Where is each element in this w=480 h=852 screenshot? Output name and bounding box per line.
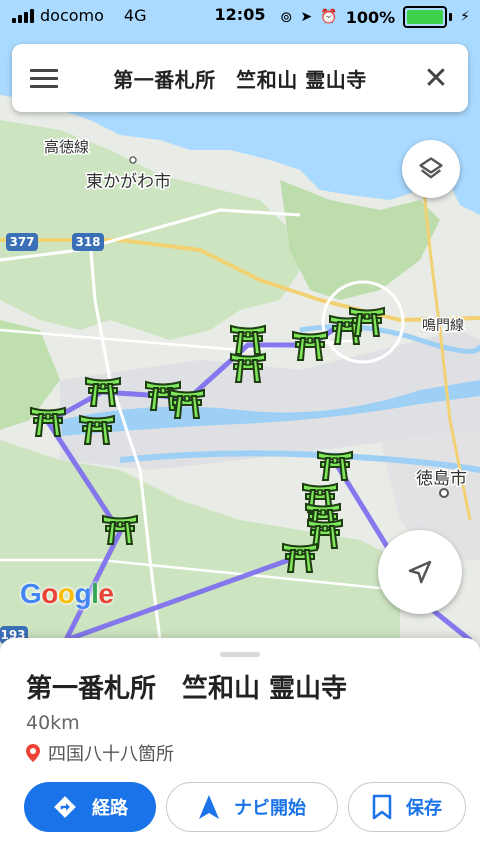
navigate-arrow-icon <box>199 795 219 819</box>
directions-icon <box>54 796 76 818</box>
alarm-icon: ⏰ <box>320 9 338 25</box>
place-distance: 40km <box>26 712 80 734</box>
navigate-label: ナビ開始 <box>234 798 306 819</box>
google-logo: Google <box>20 578 114 609</box>
place-category: 四国八十八箇所 <box>26 740 174 766</box>
label-kotoku-line: 高徳線 <box>44 138 89 156</box>
search-bar[interactable]: 第一番札所 竺和山 霊山寺 ✕ <box>12 44 468 112</box>
sheet-handle[interactable] <box>220 652 260 657</box>
battery-icon <box>403 6 448 28</box>
layers-button[interactable] <box>402 140 460 198</box>
directions-button[interactable]: 経路 <box>24 782 156 832</box>
label-tokushima-city: 徳島市 <box>416 469 467 489</box>
save-label: 保存 <box>406 798 442 819</box>
label-naruto-line: 鳴門線 <box>422 318 464 334</box>
place-category-label: 四国八十八箇所 <box>48 744 174 765</box>
layers-icon <box>419 157 443 179</box>
my-location-button[interactable] <box>378 530 462 614</box>
route-shield-318: 318 <box>75 235 100 249</box>
label-higashikagawa: 東かがわ市 <box>86 172 171 192</box>
directions-label: 経路 <box>92 798 128 819</box>
place-sheet[interactable]: 第一番札所 竺和山 霊山寺 40km 四国八十八箇所 経路 ナビ開始 保存 <box>0 638 480 852</box>
bookmark-icon <box>372 794 392 820</box>
navigate-button[interactable]: ナビ開始 <box>166 782 338 832</box>
rotation-lock-icon: ⊚ <box>279 8 293 26</box>
close-button[interactable]: ✕ <box>404 44 468 112</box>
status-bar: docomo 4G 12:05 ⊚ ➤ ⏰ 100% ⚡ <box>0 0 480 32</box>
save-button[interactable]: 保存 <box>348 782 466 832</box>
place-title: 第一番札所 竺和山 霊山寺 <box>26 674 348 704</box>
battery-percent: 100% <box>345 7 396 27</box>
close-icon: ✕ <box>423 60 449 96</box>
search-title[interactable]: 第一番札所 竺和山 霊山寺 <box>76 64 404 93</box>
route-shield-377: 377 <box>9 235 34 249</box>
map-pin-icon <box>26 744 40 762</box>
charging-icon: ⚡ <box>460 9 470 25</box>
menu-button[interactable] <box>12 44 76 112</box>
location-arrow-icon: ➤ <box>300 9 313 25</box>
navigation-arrow-icon <box>408 560 432 584</box>
hamburger-icon <box>30 64 58 93</box>
